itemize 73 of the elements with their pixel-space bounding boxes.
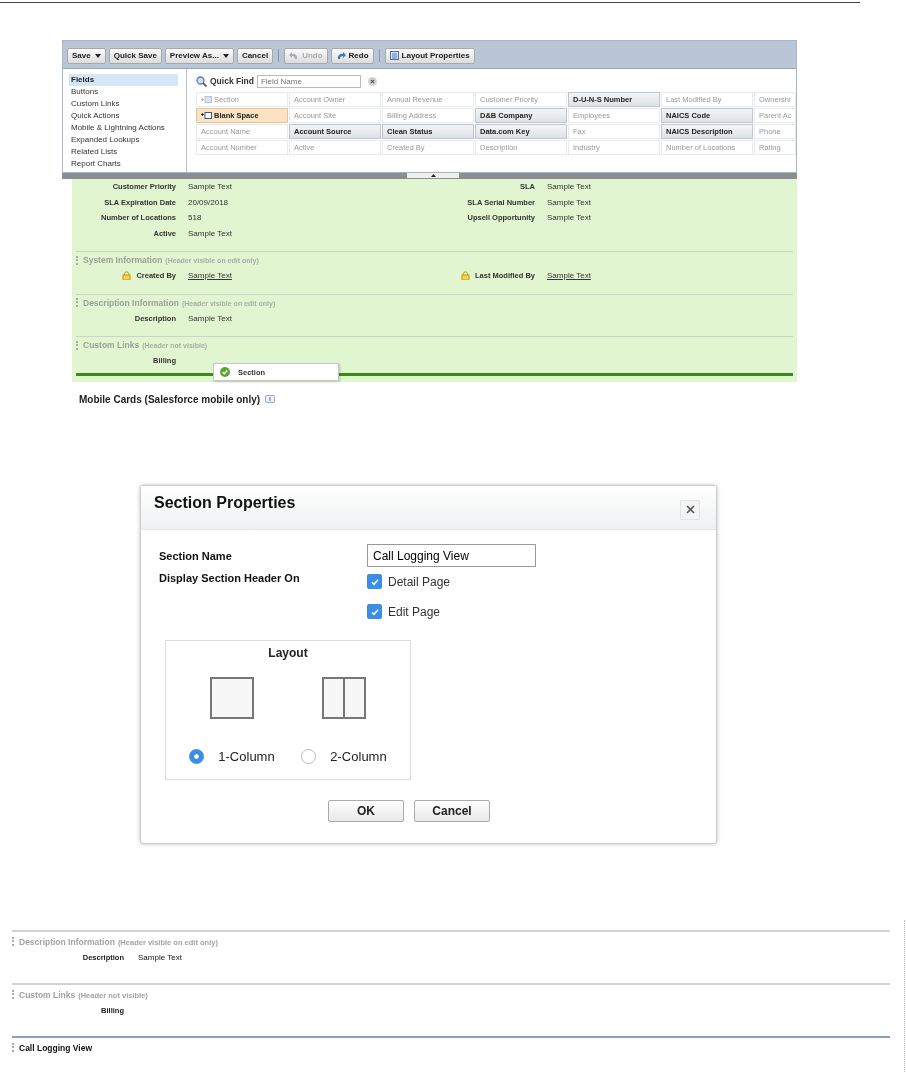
category-item[interactable]: Related Lists (69, 146, 186, 158)
field-link[interactable]: Sample Text (547, 268, 793, 284)
resize-handle[interactable] (407, 173, 459, 178)
radio-option[interactable]: 2-Column (301, 748, 387, 764)
dialog-button[interactable]: Cancel (414, 799, 490, 822)
field-value: Sample Text (547, 212, 592, 224)
toolbar-button[interactable]: Redo (330, 47, 374, 64)
category-item[interactable]: Fields (69, 74, 178, 86)
section-title: Description Information (83, 296, 179, 310)
drag-grip-icon[interactable] (12, 990, 16, 999)
category-item[interactable]: Custom Links (69, 98, 186, 110)
checkbox[interactable]: Edit Page (367, 603, 451, 620)
section-title: Call Logging View (19, 1041, 93, 1055)
section-title: Custom Links (83, 339, 140, 352)
field-link[interactable]: Sample Text (188, 268, 373, 284)
category-item[interactable]: Buttons (69, 86, 186, 98)
info-icon[interactable] (265, 395, 276, 403)
layout-title: Layout (267, 645, 309, 660)
section-name-field[interactable]: Call Logging View (367, 544, 536, 567)
lock-icon (122, 271, 132, 281)
drag-grip-icon[interactable] (76, 298, 80, 307)
dialog-button[interactable]: OK (328, 799, 404, 822)
dialog-title: Section Properties (154, 493, 296, 512)
category-item[interactable]: Mobile & Lightning Actions (69, 122, 186, 134)
drag-grip-icon[interactable] (76, 340, 80, 350)
clear-icon[interactable] (367, 76, 377, 86)
field-value: Sample Text (547, 196, 592, 209)
caret-icon (94, 53, 101, 58)
field-label: Section Name (159, 549, 233, 562)
field-value: Sample Text (138, 952, 182, 962)
section-title: Description Information (19, 935, 115, 949)
radio-button[interactable] (189, 748, 205, 764)
category-item[interactable]: Quick Actions (69, 110, 186, 122)
search-icon (196, 75, 207, 87)
checkbox-box[interactable] (367, 574, 382, 589)
close-icon (685, 505, 695, 514)
caret-icon (222, 53, 229, 58)
close-button[interactable] (680, 499, 700, 520)
field-value: Sample Text (188, 227, 233, 240)
toolbar-button[interactable]: Quick Save (108, 47, 162, 64)
radio-button[interactable] (301, 748, 317, 764)
category-item[interactable]: Report Charts (69, 158, 186, 170)
one-column-icon[interactable] (210, 676, 254, 719)
blank-space-icon (201, 112, 212, 119)
checkbox-box[interactable] (367, 604, 382, 619)
lock-icon (461, 271, 470, 281)
radio-option[interactable]: 1-Column (189, 748, 275, 764)
drag-grip-icon[interactable] (12, 937, 16, 946)
quick-find-label: Quick Find (210, 76, 254, 86)
category-item[interactable]: Expanded Lookups (69, 134, 186, 146)
redo-icon (335, 51, 346, 60)
toolbar-button[interactable]: Save (67, 47, 106, 64)
field-value: Sample Text (188, 312, 233, 325)
layout-icon (389, 51, 399, 60)
toolbar-button[interactable]: Preview As... (164, 47, 234, 64)
section-title: System Information (83, 254, 163, 267)
undo-icon (289, 51, 300, 60)
field-label: Display Section Header On (159, 571, 301, 584)
drag-grip-icon[interactable] (76, 255, 80, 265)
drag-grip-icon[interactable] (12, 1043, 16, 1052)
section-title: Custom Links (19, 988, 76, 1002)
check-icon (220, 367, 230, 377)
field-value: Sample Text (547, 181, 592, 193)
two-column-icon[interactable] (322, 676, 366, 719)
section-heading: Mobile Cards (Salesforce mobile only) (79, 393, 261, 405)
field-value: 518 (188, 212, 203, 224)
field-value: 20/09/2018 (188, 196, 230, 209)
section-icon (201, 96, 212, 103)
field-value: Sample Text (188, 181, 233, 193)
toolbar-button[interactable]: Layout Properties (384, 47, 475, 64)
checkbox[interactable]: Detail Page (367, 573, 451, 590)
toolbar-button[interactable]: Cancel (236, 47, 274, 64)
quick-find-field[interactable]: Field Name (256, 74, 361, 88)
